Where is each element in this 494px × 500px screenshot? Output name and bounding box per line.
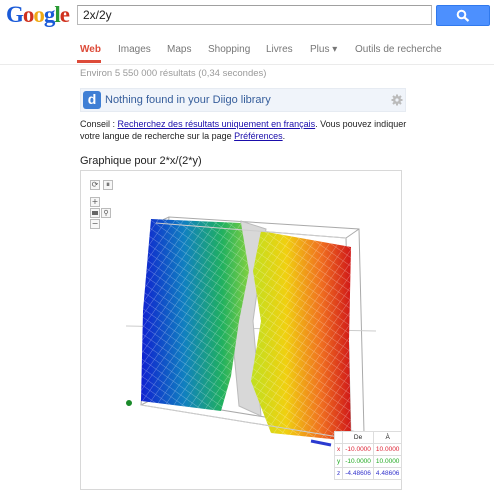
- logo-letter: o: [22, 2, 34, 27]
- language-tip: Conseil : Recherchez des résultats uniqu…: [80, 118, 410, 142]
- axis-label: y: [333, 455, 344, 468]
- logo-letter: g: [43, 2, 55, 27]
- logo-letter: G: [6, 2, 24, 27]
- range-row-x: x -10.0000 10.0000: [333, 443, 403, 456]
- graph-widget[interactable]: ⟳ ⏸ + ⚲ − De À x -10.0000 10.0000 y -10.…: [80, 170, 403, 490]
- range-from[interactable]: -10.0000: [342, 455, 374, 468]
- search-button[interactable]: [436, 5, 490, 26]
- x-axis-arrow: [310, 439, 332, 447]
- tab-maps[interactable]: Maps: [167, 44, 191, 55]
- range-header-cell: [333, 431, 344, 444]
- diigo-message: Nothing found in your Diigo library: [105, 94, 271, 106]
- tab-search-tools[interactable]: Outils de recherche: [355, 44, 442, 55]
- y-axis-marker: [126, 400, 132, 406]
- plot-surface-left-mesh: [141, 219, 249, 411]
- range-header-row: De À: [333, 431, 403, 444]
- plot-surface-right-mesh: [251, 231, 351, 441]
- tab-images[interactable]: Images: [118, 44, 151, 55]
- axis-range-table: De À x -10.0000 10.0000 y -10.0000 10.00…: [333, 431, 403, 480]
- range-row-y: y -10.0000 10.0000: [333, 455, 403, 468]
- diigo-logo-icon[interactable]: d: [83, 91, 101, 109]
- tip-suffix: .: [282, 131, 286, 141]
- french-results-link[interactable]: Recherchez des résultats uniquement en f…: [118, 119, 316, 129]
- range-to[interactable]: 4.48606: [372, 467, 403, 480]
- tab-livres[interactable]: Livres: [266, 44, 293, 55]
- range-from[interactable]: -4.48606: [342, 467, 374, 480]
- logo-letter: o: [33, 2, 44, 27]
- tab-plus[interactable]: Plus ▾: [310, 44, 337, 55]
- gear-icon[interactable]: [391, 94, 403, 106]
- tip-prefix: Conseil :: [80, 119, 118, 129]
- range-header-cell: De: [342, 431, 374, 444]
- diigo-panel: d Nothing found in your Diigo library: [80, 88, 406, 112]
- logo-letter: e: [59, 2, 70, 27]
- tab-shopping[interactable]: Shopping: [208, 44, 250, 55]
- range-to[interactable]: 10.0000: [372, 455, 403, 468]
- search-icon: [456, 9, 470, 22]
- preferences-link[interactable]: Préférences: [234, 131, 283, 141]
- range-header-cell: À: [372, 431, 403, 444]
- nav-divider: [0, 64, 494, 65]
- top-bar: Google 2x/2y: [0, 0, 494, 30]
- axis-label: x: [333, 443, 344, 456]
- google-logo[interactable]: Google: [6, 2, 70, 28]
- result-stats: Environ 5 550 000 résultats (0,34 second…: [80, 68, 267, 79]
- range-from[interactable]: -10.0000: [342, 443, 374, 456]
- graph-title: Graphique pour 2*x/(2*y): [80, 155, 202, 167]
- axis-label: z: [333, 467, 344, 480]
- range-row-z: z -4.48606 4.48606: [333, 467, 403, 480]
- range-to[interactable]: 10.0000: [372, 443, 403, 456]
- active-tab-indicator: [77, 60, 101, 63]
- search-input[interactable]: 2x/2y: [77, 5, 432, 25]
- tab-web[interactable]: Web: [80, 44, 101, 55]
